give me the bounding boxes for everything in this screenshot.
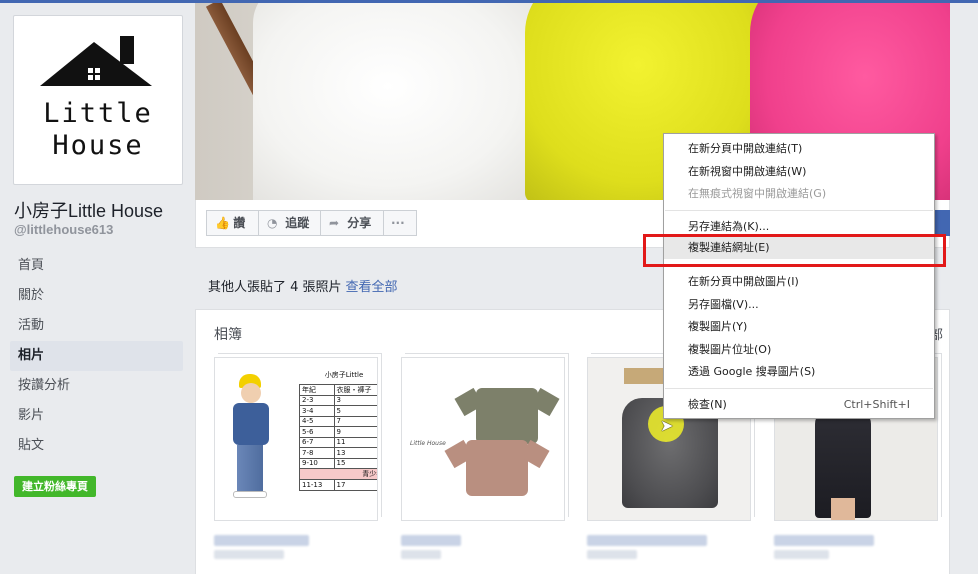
menu-separator [665,210,933,211]
albums-title: 相簿 [214,327,242,343]
kid-photo [225,374,285,504]
menu-open-image-new-tab[interactable]: 在新分頁中開啟圖片(I) [664,271,934,293]
nav-item-posts[interactable]: 貼文 [10,431,183,461]
album-meta [774,550,829,559]
menu-save-image-as[interactable]: 另存圖檔(V)... [664,294,934,316]
nav-item-videos[interactable]: 影片 [10,401,183,431]
nav-item-about[interactable]: 關於 [10,281,183,311]
create-page-button[interactable]: 建立粉絲專頁 [14,476,96,497]
more-options-button[interactable]: ··· [383,210,417,236]
white-shirt [253,3,553,200]
inspect-shortcut: Ctrl+Shift+I [843,398,910,411]
album-name[interactable] [401,535,461,546]
album-name[interactable] [214,535,309,546]
share-button[interactable]: ➦ 分享 [320,210,384,236]
menu-inspect[interactable]: 檢查(N) Ctrl+Shift+I [664,394,934,416]
nav-item-home[interactable]: 首頁 [10,251,183,281]
nav-item-events[interactable]: 活動 [10,311,183,341]
album-name[interactable] [774,535,874,546]
album-card[interactable]: Little House [401,357,565,559]
menu-open-link-incognito: 在無痕式視窗中開啟連結(G) [688,187,827,200]
menu-search-google-image[interactable]: 透過 Google 搜尋圖片(S) [664,361,934,383]
album-meta [214,550,284,559]
context-menu: 在新分頁中開啟連結(T) 在新視窗中開啟連結(W) 在無痕式視窗中開啟連結(G)… [663,133,935,419]
album-card[interactable]: 小房子Little 年紀 衣服・褲子 2-3 3 3-4 5 4-5 7 5-6 9 6-… [214,357,378,559]
menu-copy-image-address[interactable]: 複製圖片位址(O) [664,339,934,361]
logo-text-line1: Little [43,98,153,129]
logo: Little House [18,20,178,180]
album-meta [587,550,637,559]
rss-icon: ◔ [267,216,278,230]
menu-copy-image[interactable]: 複製圖片(Y) [664,316,934,338]
brand-watermark: Little House [410,440,446,447]
share-arrow-icon: ➦ [329,216,340,230]
profile-picture[interactable]: Little House [13,15,183,185]
size-chart: 小房子Little 年紀 衣服・褲子 2-3 3 3-4 5 4-5 7 5-6 9 6-… [299,366,377,491]
menu-separator [665,388,933,389]
album-thumbnail[interactable]: Little House [401,357,565,521]
annotation-highlight-box [643,234,946,267]
nav-item-photos[interactable]: 相片 [10,341,183,371]
like-button[interactable]: 👍 讚 [206,210,259,236]
menu-open-link-new-window[interactable]: 在新視窗中開啟連結(W) [664,161,934,183]
page-name[interactable]: 小房子Little House [14,197,163,223]
logo-text-line2: House [52,130,144,161]
page-nav: 首頁 關於 活動 相片 按讚分析 影片 貼文 [10,251,183,461]
album-meta [401,550,441,559]
album-thumbnail[interactable]: 小房子Little 年紀 衣服・褲子 2-3 3 3-4 5 4-5 7 5-6 9 6-… [214,357,378,521]
left-column: Little House 小房子Little House @littlehous… [0,3,195,574]
primary-cta-button[interactable] [933,210,950,236]
page-handle[interactable]: @littlehouse613 [14,222,113,237]
follow-button[interactable]: ◔ 追蹤 [258,210,321,236]
album-name[interactable] [587,535,707,546]
thumbs-up-icon: 👍 [215,216,230,230]
house-roof-icon [40,36,152,86]
visitor-photos-notice: 其他人張貼了 4 張照片 查看全部 [208,280,398,295]
menu-open-link-new-tab[interactable]: 在新分頁中開啟連結(T) [664,138,934,160]
see-all-link[interactable]: 查看全部 [346,280,398,295]
nav-item-likes-insights[interactable]: 按讚分析 [10,371,183,401]
